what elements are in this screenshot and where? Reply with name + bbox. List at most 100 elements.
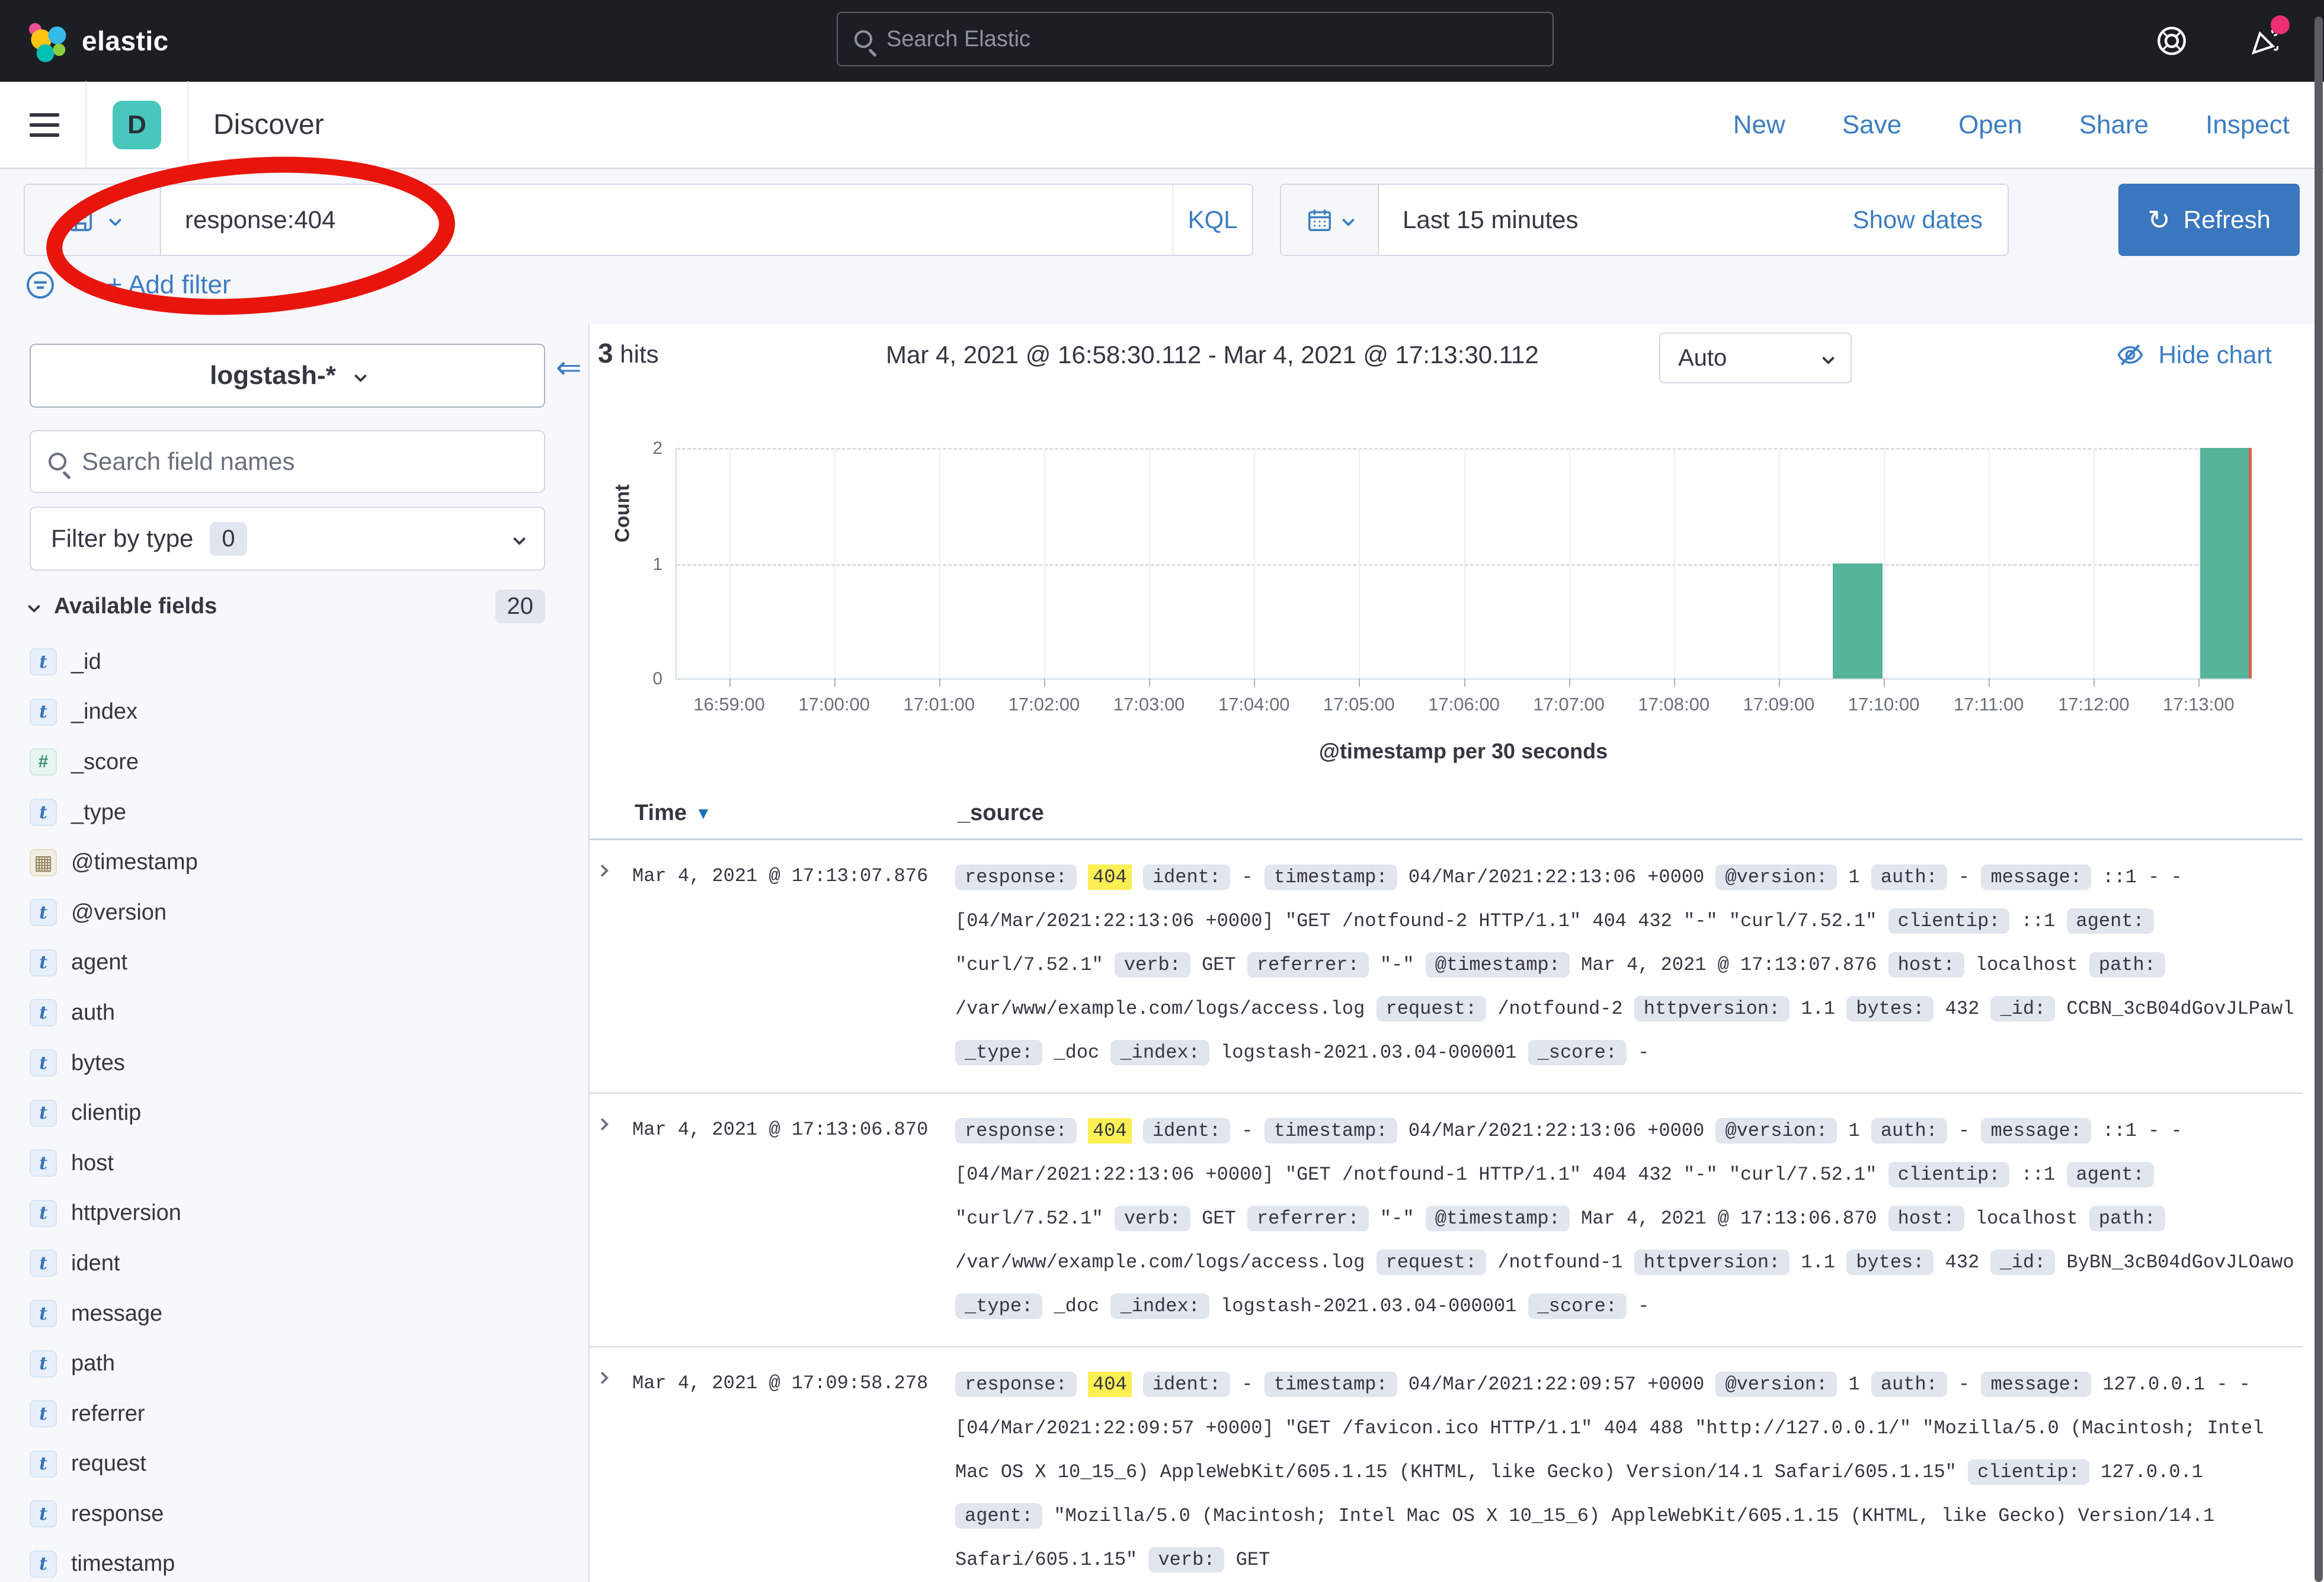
field-item-_type[interactable]: t_type [30,787,575,838]
menu-icon[interactable] [30,110,59,140]
field-item-response[interactable]: tresponse [30,1489,575,1539]
field-item-request[interactable]: trequest [30,1439,575,1490]
field-item-_id[interactable]: t_id [30,637,575,687]
gridline [1884,448,1885,678]
expand-row-button[interactable] [598,856,632,1075]
source-field-badge: host: [1888,1206,1964,1231]
field-item-_index[interactable]: t_index [30,687,575,738]
source-field-badge: agent: [2067,1162,2154,1187]
source-field-badge: timestamp: [1265,864,1397,890]
expand-row-button[interactable] [598,1363,632,1582]
open-button[interactable]: Open [1958,110,2022,140]
new-button[interactable]: New [1733,110,1785,140]
field-name: @version [71,900,167,925]
field-item-ident[interactable]: tident [30,1238,575,1289]
x-tick-label: 17:03:00 [1113,694,1185,715]
field-item-path[interactable]: tpath [30,1338,575,1389]
save-button[interactable]: Save [1842,110,1902,140]
field-type-string-icon: t [30,1450,57,1478]
gridline [1359,448,1360,678]
field-item-auth[interactable]: tauth [30,988,575,1038]
source-field-badge: referrer: [1247,952,1369,978]
field-name: auth [71,1000,115,1026]
source-value: - [1638,1042,1649,1064]
x-tick [1569,678,1570,687]
source-field-badge: _score: [1528,1293,1627,1319]
search-icon [854,30,872,48]
news-feed-icon[interactable] [2248,24,2283,58]
source-field-badge: _type: [955,1040,1042,1065]
doc-timestamp: Mar 4, 2021 @ 17:13:07.876 [632,856,955,1075]
filter-icon[interactable] [24,268,57,302]
source-value: - [1958,866,1970,888]
field-item-host[interactable]: thost [30,1138,575,1189]
field-item-bytes[interactable]: tbytes [30,1038,575,1088]
available-fields-header[interactable]: Available fields 20 [30,590,545,623]
x-tick [1254,678,1255,687]
app-badge-discover[interactable]: D [113,101,161,149]
field-name: _score [71,750,139,775]
histogram-bar-17:09:30[interactable] [1833,563,1883,679]
field-search-input[interactable] [82,447,526,476]
chevron-right-icon [596,1372,609,1384]
source-field-badge: clientip: [1888,1162,2010,1187]
global-search-box[interactable] [837,12,1554,66]
field-search-box[interactable] [30,430,545,493]
field-item-timestamp[interactable]: ttimestamp [30,1539,575,1582]
field-item-@timestamp[interactable]: ▦@timestamp [30,837,575,888]
time-range-value[interactable]: Last 15 minutes [1379,206,1828,234]
collapse-sidebar-icon[interactable]: ⇐ [556,353,582,383]
source-field-badge: message: [1981,1372,2091,1397]
global-search-input[interactable] [886,27,1536,52]
expand-row-button[interactable] [598,1109,632,1328]
hide-chart-button[interactable]: Hide chart [2115,340,2272,370]
index-pattern-label: logstash-* [210,361,336,390]
refresh-button[interactable]: ↻ Refresh [2118,184,2300,256]
share-button[interactable]: Share [2079,110,2149,140]
filter-by-type-select[interactable]: Filter by type 0 [30,507,545,571]
source-value: /notfound-2 [1497,998,1622,1020]
x-tick-label: 17:13:00 [2163,694,2235,715]
field-name: path [71,1351,115,1376]
field-name: bytes [71,1051,125,1076]
source-value: CCBN_3cB04dGovJLPawl [2066,998,2294,1020]
x-tick [2093,678,2095,687]
inspect-button[interactable]: Inspect [2205,110,2290,140]
elastic-logo[interactable]: elastic [25,19,169,63]
source-value: /var/www/example.com/logs/access.log [955,1251,1365,1273]
source-value: 04/Mar/2021:22:13:06 +0000 [1409,866,1704,888]
time-column-header[interactable]: Time ▼ [635,800,958,826]
field-item-agent[interactable]: tagent [30,938,575,988]
index-pattern-select[interactable]: logstash-* [30,344,545,408]
field-item-clientip[interactable]: tclientip [30,1088,575,1138]
source-value: ByBN_3cB04dGovJLOawo [2066,1251,2294,1273]
field-item-@version[interactable]: t@version [30,888,575,938]
source-field-badge: _id: [1990,996,2055,1021]
table-row: Mar 4, 2021 @ 17:13:06.870response: 404 … [590,1094,2303,1347]
field-item-referrer[interactable]: treferrer [30,1389,575,1439]
field-item-message[interactable]: tmessage [30,1289,575,1339]
field-name: ident [71,1251,120,1276]
histogram-chart[interactable]: 2 1 0 16:59:0017:00:0017:01:0017:02:0017… [676,448,2251,680]
source-field-badge: message: [1981,864,2091,890]
saved-query-menu[interactable] [25,185,161,255]
field-item-_score[interactable]: #_score [30,737,575,787]
source-field-badge: @version: [1715,1118,1837,1144]
field-item-httpversion[interactable]: thttpversion [30,1189,575,1239]
scrollbar-thumb[interactable] [2315,17,2323,1582]
source-value: - [1241,866,1253,888]
date-quick-select[interactable] [1281,185,1379,255]
query-input[interactable] [161,206,1172,234]
help-icon[interactable] [2155,24,2189,58]
show-dates-button[interactable]: Show dates [1828,185,2008,255]
interval-select[interactable]: Auto [1659,332,1852,383]
histogram-bar-17:13:00[interactable] [2200,448,2250,678]
source-value: logstash-2021.03.04-000001 [1221,1042,1516,1064]
source-value: _doc [1054,1042,1099,1064]
scrollbar[interactable] [2313,0,2324,1582]
x-tick [729,678,731,687]
add-filter-button[interactable]: + Add filter [107,270,231,300]
source-value: 1 [1848,1120,1859,1142]
kql-button[interactable]: KQL [1172,185,1252,255]
source-field-badge: response: [955,1372,1077,1397]
